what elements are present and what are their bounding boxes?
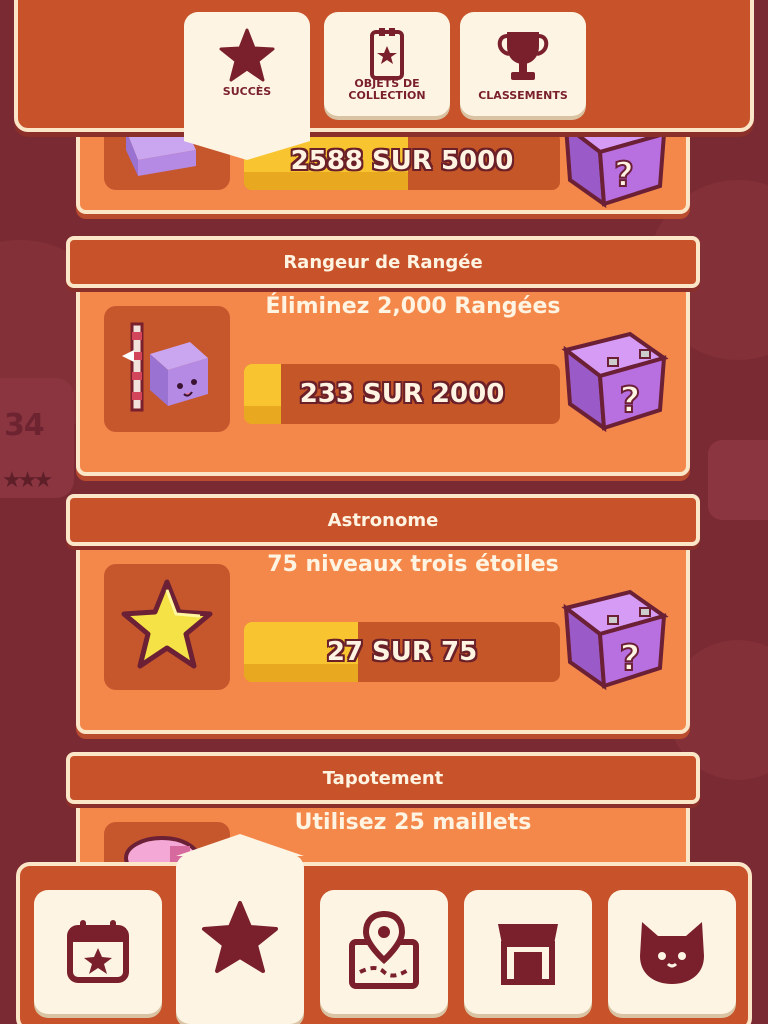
cube-row-clear-icon xyxy=(122,322,208,412)
nav-map[interactable] xyxy=(320,890,448,1014)
achievement-description: Éliminez 2,000 Rangées xyxy=(265,294,561,319)
header-tab-bar: SUCCÈS OBJETS DE COLLECTION CLASSEMENTS xyxy=(14,0,754,134)
star-icon xyxy=(202,901,278,973)
progress-bar: 233 SUR 2000 xyxy=(244,364,560,424)
yellow-star-icon xyxy=(121,579,213,669)
progress-text: 27 SUR 75 xyxy=(326,637,478,667)
achievement-title-ribbon: Tapotement xyxy=(66,752,700,804)
shop-icon xyxy=(498,924,558,985)
achievement-body: Éliminez 2,000 Rangées 233 SUR 2000 ? xyxy=(76,280,690,476)
svg-text:?: ? xyxy=(620,638,641,679)
achievement-description: Utilisez 25 maillets xyxy=(294,810,532,835)
mystery-box-icon[interactable]: ? xyxy=(560,324,672,436)
collection-card-icon xyxy=(370,28,404,80)
map-pin-icon xyxy=(349,910,419,989)
trophy-icon xyxy=(497,32,549,80)
tab-leaderboards[interactable]: CLASSEMENTS xyxy=(460,12,586,116)
svg-text:?: ? xyxy=(620,380,641,421)
tab-collectibles[interactable]: OBJETS DE COLLECTION xyxy=(324,12,450,116)
nav-shop[interactable] xyxy=(464,890,592,1014)
tab-label: CLASSEMENTS xyxy=(478,89,568,102)
nav-achievements[interactable] xyxy=(176,854,304,1024)
star-icon xyxy=(219,28,275,82)
achievement-title-ribbon: Rangeur de Rangée xyxy=(66,236,700,288)
achievement-description: 75 niveaux trois étoiles xyxy=(267,552,559,577)
achievement-icon-well xyxy=(104,306,230,432)
achievement-title-ribbon: Astronome xyxy=(66,494,700,546)
achievement-icon-well xyxy=(104,564,230,690)
nav-daily-calendar[interactable] xyxy=(34,890,162,1014)
calendar-star-icon xyxy=(67,920,129,983)
achievement-body: 75 niveaux trois étoiles 27 SUR 75 ? xyxy=(76,538,690,734)
progress-bar: 27 SUR 75 xyxy=(244,622,560,682)
cat-face-icon xyxy=(640,922,704,984)
progress-text: 233 SUR 2000 xyxy=(299,379,505,409)
achievement-title: Rangeur de Rangée xyxy=(283,251,483,273)
mystery-box-icon[interactable]: ? xyxy=(560,582,672,694)
tab-achievements[interactable]: SUCCÈS xyxy=(184,12,310,134)
svg-text:?: ? xyxy=(614,155,634,195)
achievement-title: Tapotement xyxy=(322,767,444,789)
tab-label: SUCCÈS xyxy=(222,85,272,98)
achievement-title: Astronome xyxy=(327,509,439,531)
bottom-nav-bar xyxy=(16,854,752,1024)
nav-character[interactable] xyxy=(608,890,736,1014)
